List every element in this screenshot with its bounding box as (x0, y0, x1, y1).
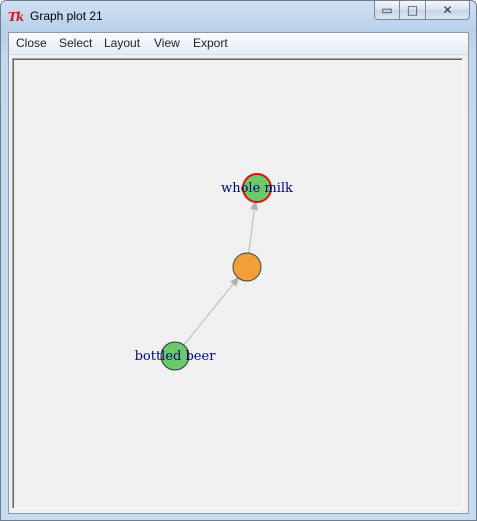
maximize-icon: □ (406, 3, 419, 17)
window-controls: ▭ □ ✕ (374, 1, 470, 21)
maximize-button[interactable]: □ (400, 1, 426, 20)
graph-plot[interactable]: whole milk bottled beer (13, 59, 462, 508)
close-icon: ✕ (442, 3, 453, 17)
graph-plot-window: Tk Graph plot 21 ▭ □ ✕ Close Select Layo… (0, 0, 477, 521)
tk-app-icon: Tk (8, 10, 24, 24)
close-window-button[interactable]: ✕ (426, 1, 470, 20)
window-title: Graph plot 21 (30, 9, 103, 23)
graph-node-rule[interactable] (232, 252, 262, 282)
graph-edge-rule-to-whole_milk[interactable] (248, 199, 259, 254)
menu-bar: Close Select Layout View Export (9, 33, 468, 55)
menu-close[interactable]: Close (16, 36, 47, 50)
nodes-layer (160, 173, 272, 371)
client-area: Close Select Layout View Export whole mi… (8, 32, 469, 514)
menu-layout[interactable]: Layout (104, 36, 140, 50)
labels-layer: whole milk bottled beer (135, 181, 293, 364)
menu-export[interactable]: Export (193, 36, 228, 50)
graph-canvas[interactable]: whole milk bottled beer (12, 58, 463, 509)
node-label-whole-milk: whole milk (221, 181, 293, 196)
node-label-bottled-beer: bottled beer (135, 349, 217, 364)
minimize-button[interactable]: ▭ (374, 1, 400, 20)
graph-edge-bottled_beer-to-rule[interactable] (183, 276, 240, 346)
menu-select[interactable]: Select (59, 36, 92, 50)
menu-view[interactable]: View (154, 36, 180, 50)
minimize-icon: ▭ (381, 3, 393, 17)
title-bar[interactable]: Tk Graph plot 21 ▭ □ ✕ (1, 1, 476, 32)
